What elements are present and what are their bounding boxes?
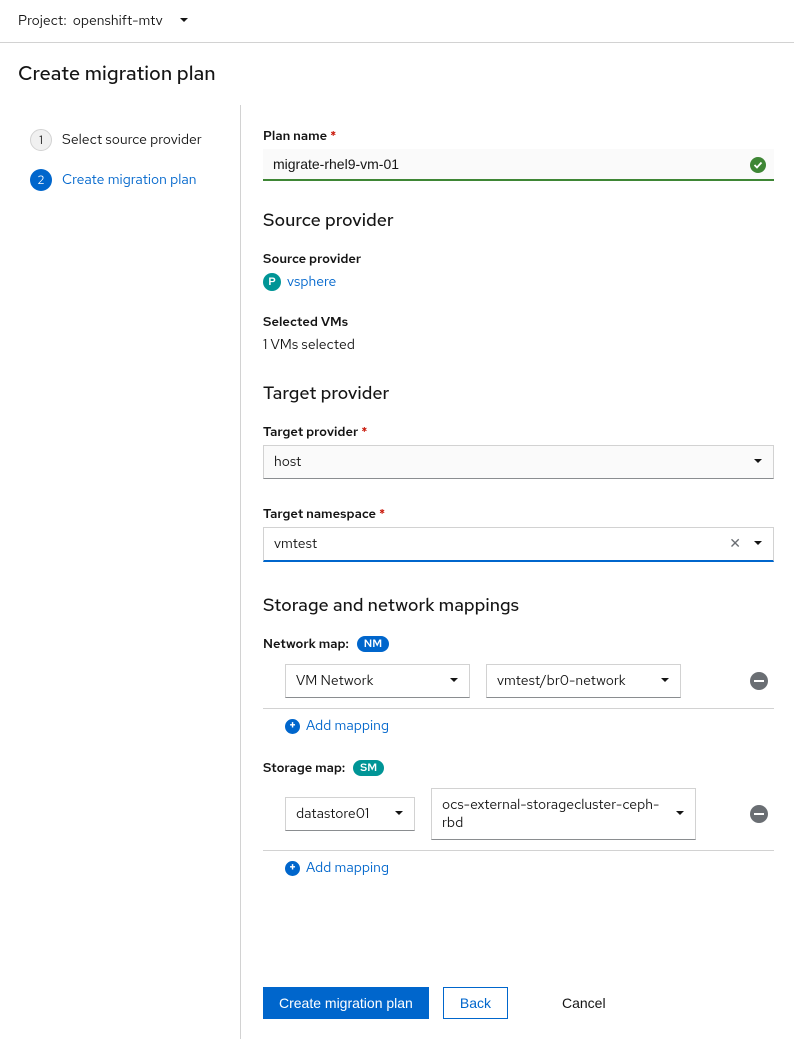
nm-badge-icon: NM [357,636,389,652]
plan-name-input[interactable] [263,149,774,181]
storage-source-select[interactable]: datastore01 [285,797,415,831]
storage-mapping-row: datastore01 ocs-external-storagecluster-… [263,788,774,840]
network-source-select[interactable]: VM Network [285,664,470,698]
cancel-button[interactable]: Cancel [562,995,606,1011]
project-selector[interactable]: Project: openshift-mtv [0,0,794,43]
step-label: Select source provider [62,131,202,149]
storage-target-select[interactable]: ocs-external-storagecluster-ceph-rbd [431,788,696,840]
clear-icon[interactable]: ✕ [729,535,741,553]
caret-down-icon [753,535,763,553]
project-label: Project: [18,12,67,30]
caret-down-icon [675,805,685,823]
check-circle-icon [750,157,766,173]
remove-mapping-button[interactable] [750,672,768,690]
target-namespace-label: Target namespace* [263,505,774,522]
selected-vms-label: Selected VMs [263,313,774,330]
network-target-select[interactable]: vmtest/br0-network [486,664,681,698]
source-provider-heading: Source provider [263,209,774,232]
remove-mapping-button[interactable] [750,805,768,823]
project-value: openshift-mtv [73,12,163,30]
source-provider-value: vsphere [287,273,336,291]
plan-name-label: Plan name* [263,127,774,144]
step-label: Create migration plan [62,171,196,189]
target-provider-select[interactable]: host [263,445,774,479]
sm-badge-icon: SM [353,760,384,776]
create-plan-button[interactable]: Create migration plan [263,987,429,1019]
plus-circle-icon: + [285,719,300,734]
source-provider-link[interactable]: P vsphere [263,273,774,291]
caret-down-icon [179,12,189,30]
wizard-step-2[interactable]: 2 Create migration plan [30,169,240,191]
target-provider-heading: Target provider [263,382,774,405]
caret-down-icon [753,453,763,471]
caret-down-icon [449,672,459,690]
caret-down-icon [660,672,670,690]
add-network-mapping-button[interactable]: + Add mapping [263,717,774,735]
form-panel: Plan name* Source provider Source provid… [241,105,794,1039]
source-provider-label: Source provider [263,250,774,267]
wizard-step-1[interactable]: 1 Select source provider [30,129,240,151]
target-namespace-value: vmtest [274,535,729,553]
provider-badge-icon: P [263,273,281,291]
selected-vms-value: 1 VMs selected [263,336,774,354]
caret-down-icon [394,805,404,823]
step-number: 1 [30,129,52,151]
divider [263,850,774,851]
step-number: 2 [30,169,52,191]
mappings-heading: Storage and network mappings [263,594,774,617]
form-footer: Create migration plan Back Cancel [263,987,774,1019]
plus-circle-icon: + [285,861,300,876]
target-provider-label: Target provider* [263,423,774,440]
divider [263,708,774,709]
page-title: Create migration plan [0,43,794,105]
back-button[interactable]: Back [443,987,508,1019]
storage-map-label: Storage map: SM [263,759,774,776]
add-storage-mapping-button[interactable]: + Add mapping [263,859,774,877]
target-provider-value: host [274,453,301,471]
wizard-steps: 1 Select source provider 2 Create migrat… [0,105,241,1039]
network-map-label: Network map: NM [263,635,774,652]
network-mapping-row: VM Network vmtest/br0-network [263,664,774,698]
target-namespace-select[interactable]: vmtest ✕ [263,527,774,562]
